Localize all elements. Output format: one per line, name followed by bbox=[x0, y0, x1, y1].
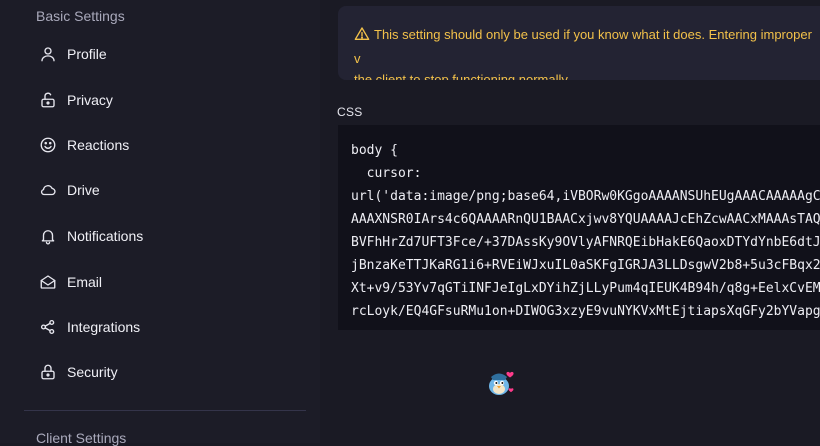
sidebar-item-privacy[interactable]: Privacy bbox=[38, 85, 113, 115]
warning-banner: This setting should only be used if you … bbox=[338, 6, 820, 80]
sidebar-item-label: Email bbox=[67, 274, 103, 290]
settings-sidebar: Basic Settings Profile Privacy Reactions… bbox=[0, 0, 320, 446]
sidebar-item-label: Privacy bbox=[67, 92, 113, 108]
sidebar-item-label: Security bbox=[67, 364, 118, 380]
sidebar-item-security[interactable]: Security bbox=[38, 357, 118, 387]
css-code-text[interactable]: body { cursor: url('data:image/png;base6… bbox=[351, 139, 820, 323]
sidebar-item-reactions[interactable]: Reactions bbox=[38, 130, 129, 160]
sidebar-item-integrations[interactable]: Integrations bbox=[38, 312, 140, 342]
sidebar-item-label: Profile bbox=[67, 46, 107, 62]
share-icon bbox=[38, 318, 57, 337]
lock-icon bbox=[38, 363, 57, 382]
sidebar-item-drive[interactable]: Drive bbox=[38, 175, 100, 205]
custom-css-editor[interactable]: body { cursor: url('data:image/png;base6… bbox=[338, 125, 820, 330]
warning-text-line1: This setting should only be used if you … bbox=[354, 27, 812, 66]
smiley-icon bbox=[38, 136, 57, 155]
sidebar-item-label: Reactions bbox=[67, 137, 130, 153]
sidebar-item-notifications[interactable]: Notifications bbox=[38, 221, 143, 251]
section-label-client: Client Settings bbox=[36, 430, 127, 446]
sidebar-item-profile[interactable]: Profile bbox=[38, 39, 107, 69]
lock-open-icon bbox=[38, 91, 57, 110]
warning-text-line2: the client to stop functioning normally. bbox=[354, 72, 571, 80]
bird-cursor-icon bbox=[484, 367, 516, 399]
sidebar-divider bbox=[24, 410, 306, 411]
mail-icon bbox=[38, 273, 57, 292]
sidebar-item-label: Notifications bbox=[67, 228, 144, 244]
sidebar-item-email[interactable]: Email bbox=[38, 267, 102, 297]
bell-icon bbox=[38, 227, 57, 246]
sidebar-item-label: Integrations bbox=[67, 319, 141, 335]
css-field-label: CSS bbox=[337, 105, 363, 119]
cloud-icon bbox=[38, 181, 57, 200]
user-icon bbox=[38, 45, 57, 64]
sidebar-item-label: Drive bbox=[67, 182, 100, 198]
warning-triangle-icon bbox=[354, 26, 370, 48]
section-label-basic: Basic Settings bbox=[36, 8, 125, 24]
